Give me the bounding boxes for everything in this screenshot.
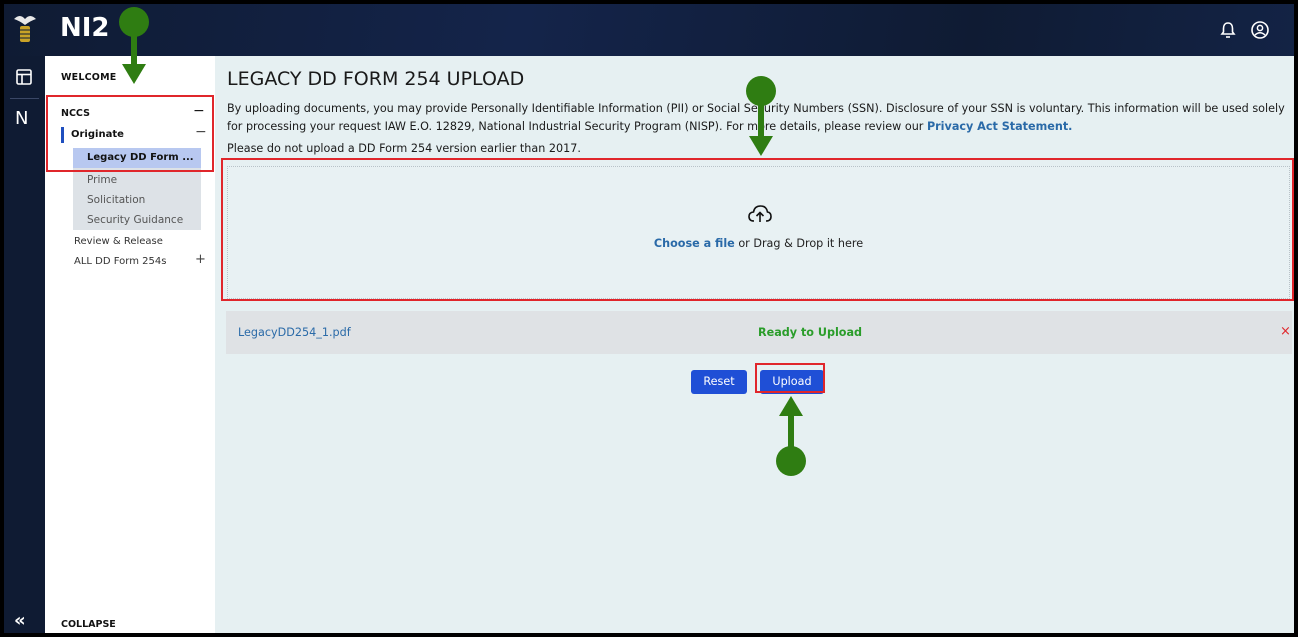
pii-disclaimer-text: By uploading documents, you may provide … <box>227 102 1285 133</box>
annotation-arrow-1-head <box>122 64 146 84</box>
bell-icon[interactable] <box>1218 20 1238 40</box>
annotation-arrow-1-shaft <box>131 34 137 66</box>
highlight-box-upload <box>755 363 825 393</box>
left-rail: N « <box>4 56 45 633</box>
file-name[interactable]: LegacyDD254_1.pdf <box>238 326 351 339</box>
annotation-arrow-3-head <box>779 396 803 416</box>
version-note: Please do not upload a DD Form 254 versi… <box>227 142 581 155</box>
file-status: Ready to Upload <box>758 326 863 339</box>
menu-item-welcome[interactable]: WELCOME <box>61 72 116 83</box>
menu-item-solicitation[interactable]: Solicitation <box>87 194 145 206</box>
account-icon[interactable] <box>1250 20 1270 40</box>
collapse-icon[interactable]: « <box>14 610 26 631</box>
menu-item-security-guidance[interactable]: Security Guidance <box>87 214 183 226</box>
eagle-seal-icon <box>14 16 36 42</box>
dashboard-icon[interactable] <box>15 68 33 86</box>
privacy-act-link[interactable]: Privacy Act Statement. <box>927 120 1072 133</box>
menu-item-review-release[interactable]: Review & Release <box>74 236 163 247</box>
app-brand[interactable]: NI2 <box>60 13 110 43</box>
annotation-dot-2 <box>746 76 776 106</box>
top-bar: NI2 <box>4 4 1294 56</box>
all-dd-expand-toggle[interactable]: + <box>195 252 206 267</box>
app-frame: NI2 N « WELCOME NCCS − Originate − Legac… <box>4 4 1294 633</box>
annotation-arrow-2-head <box>749 136 773 156</box>
rail-ni2-link[interactable]: N <box>15 108 28 129</box>
remove-file-icon[interactable]: × <box>1280 324 1291 339</box>
highlight-box-nav <box>46 95 214 172</box>
rail-divider <box>10 98 39 99</box>
page-title: LEGACY DD FORM 254 UPLOAD <box>227 68 525 90</box>
file-list-item: LegacyDD254_1.pdf Ready to Upload × <box>226 311 1292 354</box>
reset-button[interactable]: Reset <box>691 370 747 394</box>
annotation-dot-3 <box>776 446 806 476</box>
annotation-dot-1 <box>119 7 149 37</box>
highlight-box-dropzone <box>221 158 1294 301</box>
annotation-arrow-2-shaft <box>758 104 764 138</box>
menu-item-all-dd-form-254s[interactable]: ALL DD Form 254s <box>74 256 166 267</box>
menu-item-prime[interactable]: Prime <box>87 174 117 186</box>
collapse-menu-button[interactable]: COLLAPSE <box>61 619 116 630</box>
annotation-arrow-3-shaft <box>788 414 794 450</box>
